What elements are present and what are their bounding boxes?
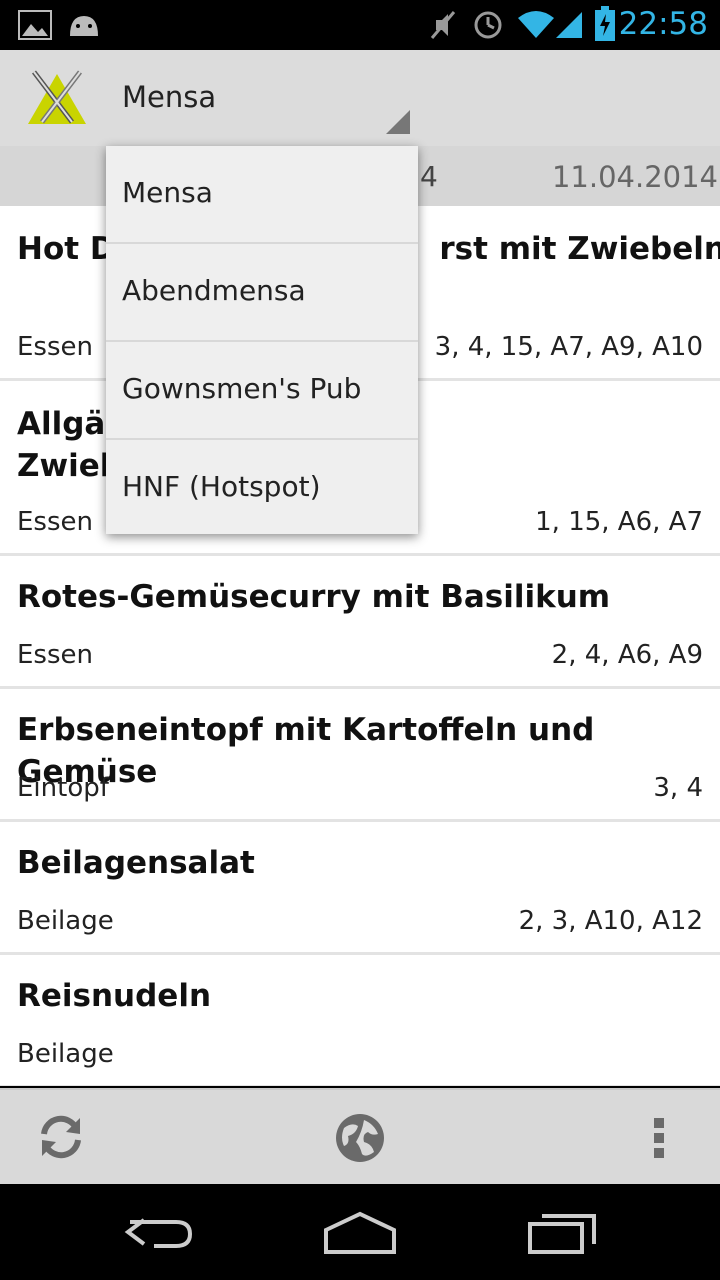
- location-dropdown: Mensa Abendmensa Gownsmen's Pub HNF (Hot…: [106, 146, 418, 534]
- bottom-action-bar: [0, 1088, 720, 1184]
- action-bar: [0, 50, 720, 146]
- item-title: Reisnudeln: [17, 978, 212, 1014]
- android-icon: [70, 16, 98, 36]
- battery-icon: [595, 6, 615, 41]
- overflow-menu-icon[interactable]: [652, 1116, 666, 1160]
- item-category: Essen: [17, 640, 93, 670]
- item-title: Erbseneintopf mit Kartoffeln und Gemüse: [17, 712, 595, 790]
- item-title: Rotes-Gemüsecurry mit Basilikum: [17, 579, 611, 615]
- signal-icon: [556, 12, 582, 38]
- item-category: Eintopf: [17, 773, 109, 803]
- mute-icon: [430, 11, 456, 39]
- clock: 22:58: [618, 6, 708, 42]
- item-category: Beilage: [17, 1039, 114, 1069]
- item-codes: 1, 15, A6, A7: [535, 507, 703, 537]
- item-category: Beilage: [17, 906, 114, 936]
- navigation-bar: [0, 1184, 720, 1280]
- item-category: Essen: [17, 507, 93, 537]
- list-item[interactable]: Erbseneintopf mit Kartoffeln und Gemüse …: [0, 689, 720, 822]
- list-item[interactable]: Rotes-Gemüsecurry mit Basilikum Essen 2,…: [0, 556, 720, 689]
- alarm-icon: [474, 11, 502, 39]
- option-label: Mensa: [122, 176, 213, 209]
- mensa-logo-icon: [28, 70, 86, 124]
- spinner-arrow-icon[interactable]: [386, 110, 410, 134]
- back-icon[interactable]: [124, 1208, 196, 1256]
- wifi-icon: [518, 11, 554, 38]
- item-category: Essen: [17, 332, 93, 362]
- date-partial: 4: [420, 160, 438, 193]
- item-codes: 2, 4, A6, A9: [551, 640, 703, 670]
- option-label: Abendmensa: [122, 274, 306, 307]
- dropdown-option-mensa[interactable]: Mensa: [106, 146, 418, 244]
- dropdown-option-hnf-hotspot[interactable]: HNF (Hotspot): [106, 440, 418, 538]
- globe-icon[interactable]: [334, 1112, 386, 1164]
- item-title: Beilagensalat: [17, 845, 255, 881]
- image-icon: [18, 10, 52, 40]
- location-spinner[interactable]: Mensa: [122, 80, 216, 114]
- item-codes: 3, 4, 15, A7, A9, A10: [434, 332, 703, 362]
- option-label: Gownsmen's Pub: [122, 372, 362, 405]
- date-label: 11.04.2014: [551, 160, 718, 194]
- recents-icon[interactable]: [526, 1208, 598, 1256]
- refresh-icon[interactable]: [36, 1112, 86, 1162]
- list-item[interactable]: Beilagensalat Beilage 2, 3, A10, A12: [0, 822, 720, 955]
- item-codes: 3, 4: [653, 773, 703, 803]
- dropdown-option-abendmensa[interactable]: Abendmensa: [106, 244, 418, 342]
- home-icon[interactable]: [322, 1208, 398, 1256]
- item-codes: 2, 3, A10, A12: [518, 906, 703, 936]
- dropdown-option-gownsmens-pub[interactable]: Gownsmen's Pub: [106, 342, 418, 440]
- option-label: HNF (Hotspot): [122, 470, 321, 503]
- list-item[interactable]: Reisnudeln Beilage: [0, 955, 720, 1086]
- status-bar: 22:58: [0, 0, 720, 50]
